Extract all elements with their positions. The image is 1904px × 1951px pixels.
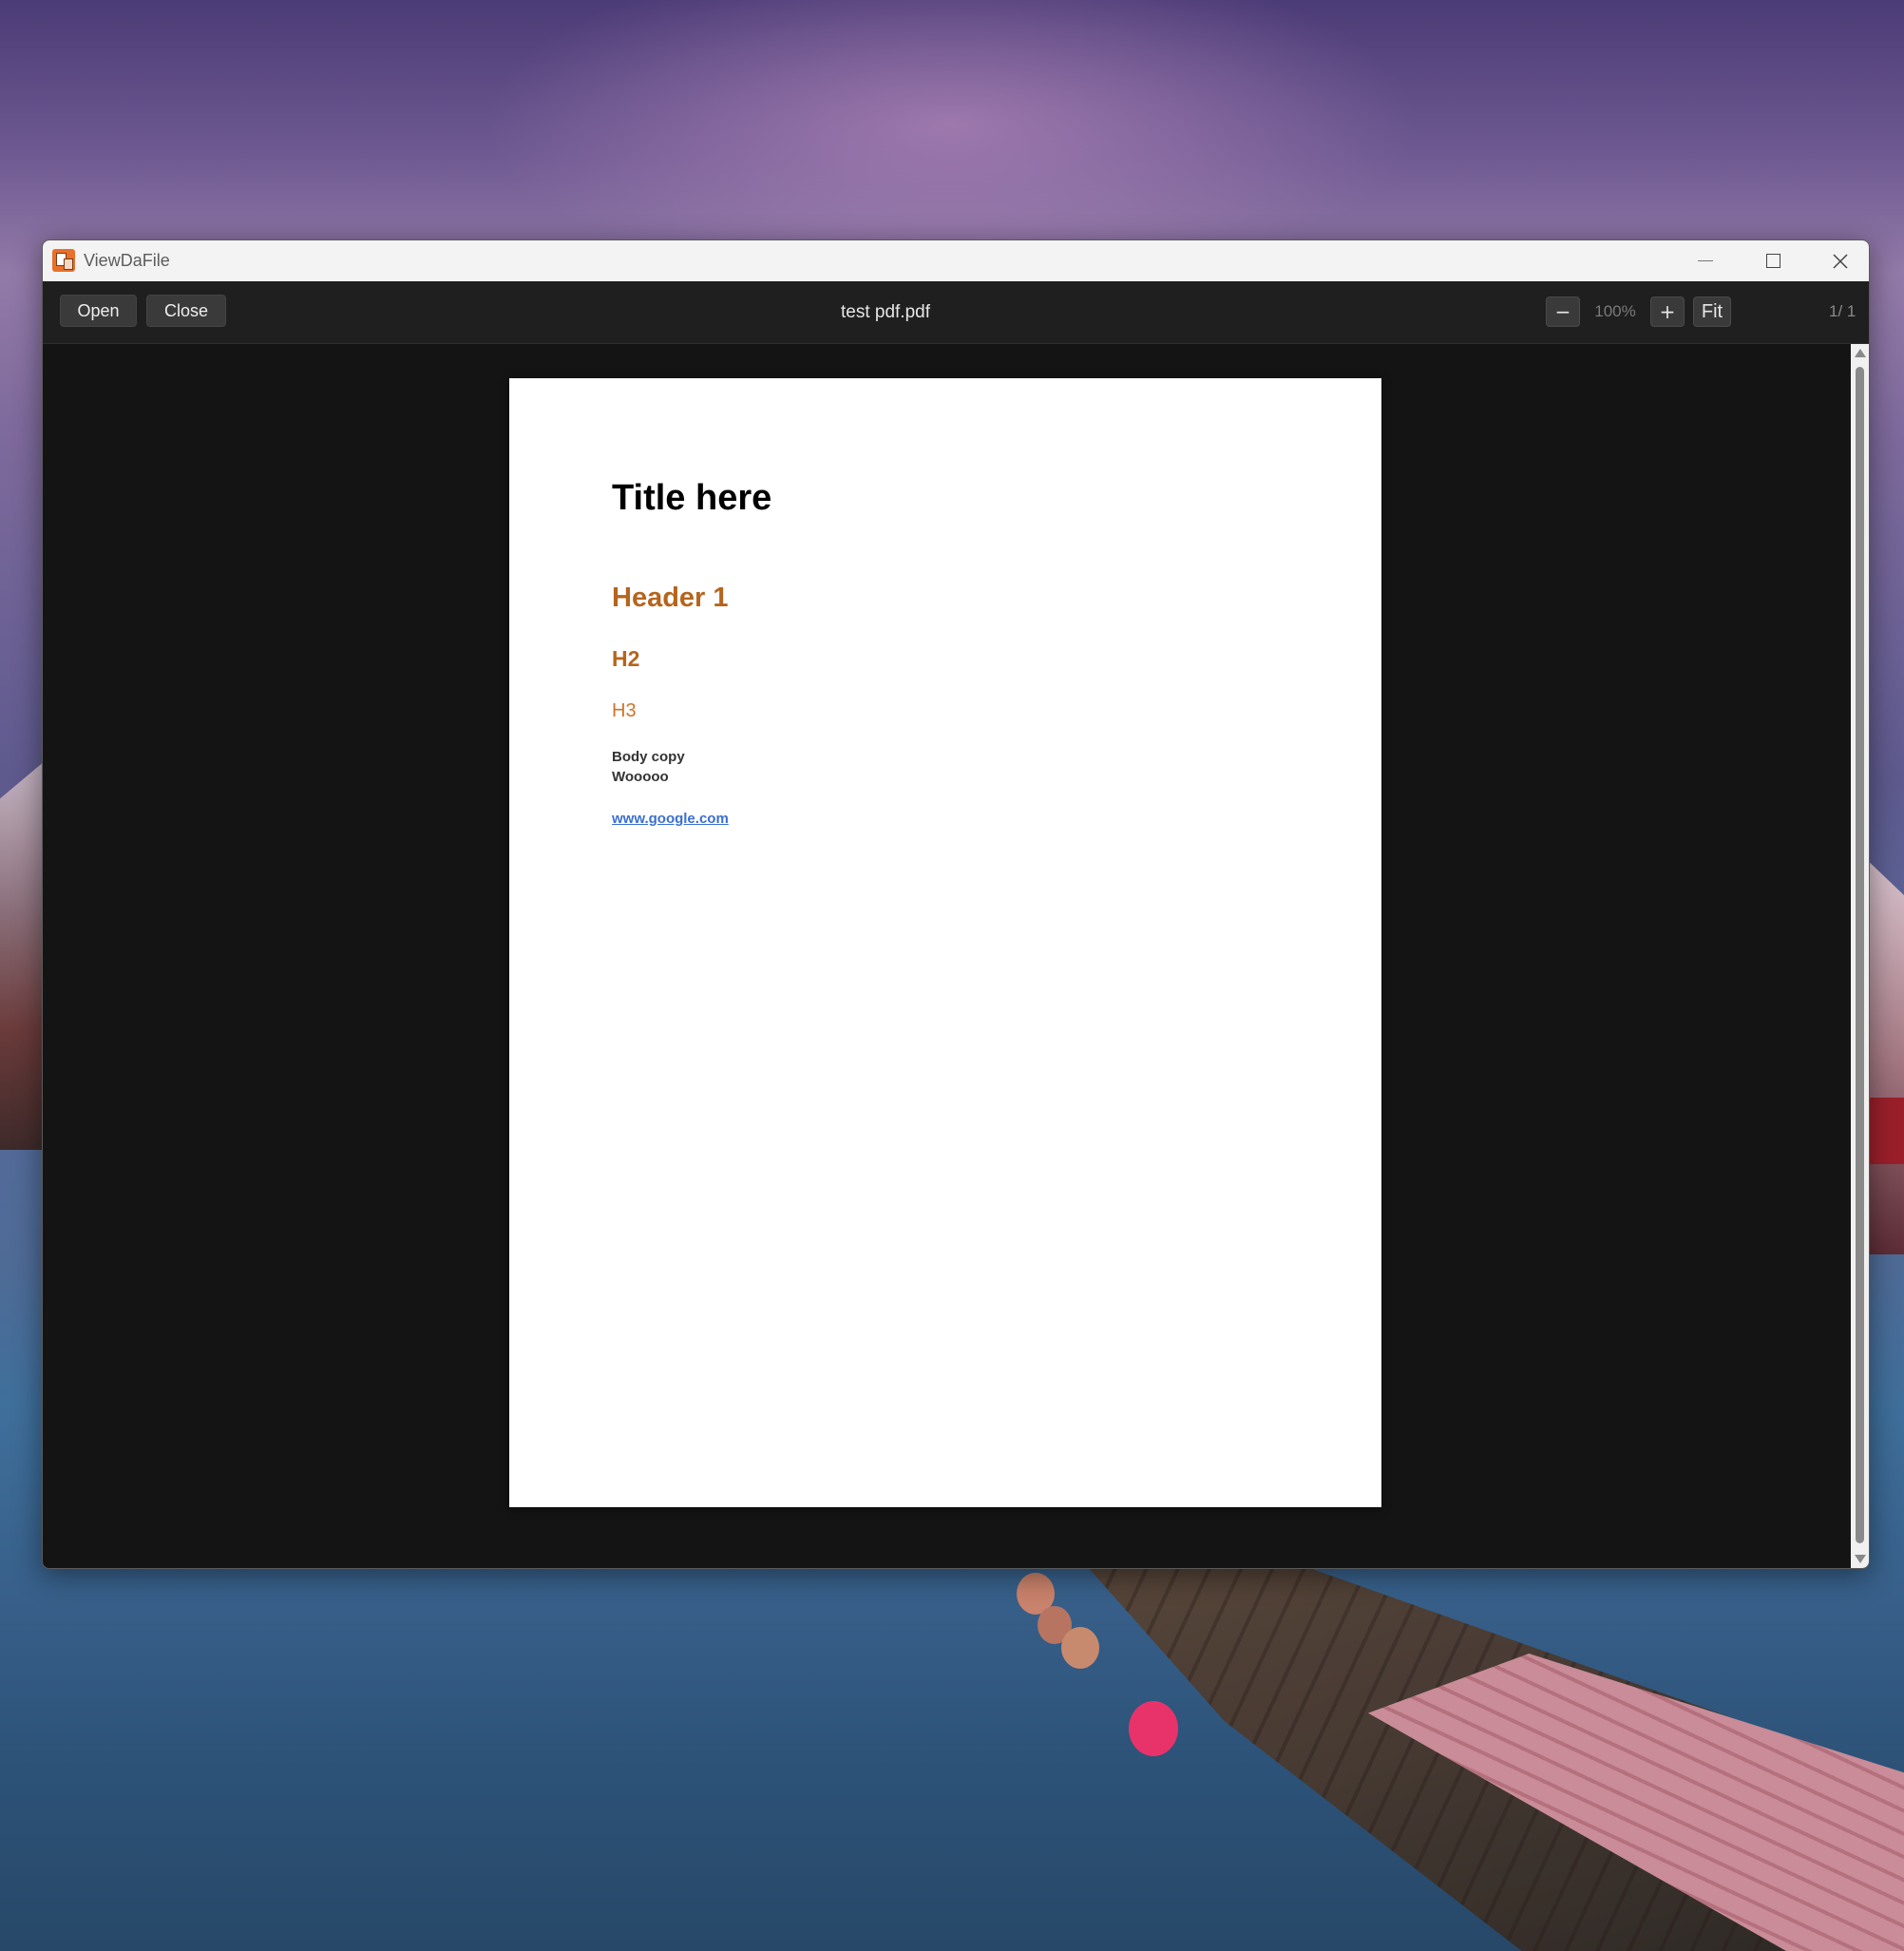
wallpaper-buoy (1129, 1701, 1178, 1756)
wallpaper-buoy (1061, 1627, 1099, 1669)
title-bar[interactable]: ViewDaFile (43, 240, 1869, 282)
doc-link[interactable]: www.google.com (612, 811, 729, 827)
wallpaper-red-building (1870, 1098, 1904, 1164)
file-name: test pdf.pdf (840, 302, 930, 322)
maximize-icon (1765, 254, 1780, 268)
app-title: ViewDaFile (84, 251, 170, 270)
minimize-button[interactable] (1672, 240, 1739, 281)
doc-body-line-1: Body copy (612, 749, 685, 765)
close-icon (1833, 253, 1848, 269)
close-window-button[interactable] (1807, 240, 1869, 281)
zoom-in-button[interactable]: + (1650, 296, 1685, 327)
document-viewport[interactable]: Title here Header 1 H2 H3 Body copy Wooo… (43, 344, 1851, 1568)
vertical-scrollbar[interactable] (1851, 344, 1869, 1568)
doc-header-2: H2 (612, 646, 640, 671)
scrollbar-thumb[interactable] (1856, 367, 1864, 1543)
app-window: ViewDaFile test pdf.pdf Open Close − 100… (42, 239, 1870, 1569)
minimize-icon (1698, 260, 1713, 261)
pdf-page: Title here Header 1 H2 H3 Body copy Wooo… (509, 378, 1381, 1507)
open-button[interactable]: Open (60, 295, 137, 327)
page-indicator: 1/ 1 (1829, 302, 1856, 320)
app-icon (52, 249, 75, 272)
doc-header-3: H3 (612, 700, 637, 721)
toolbar: test pdf.pdf Open Close − 100% + Fit 1/ … (43, 281, 1869, 344)
fit-button[interactable]: Fit (1693, 296, 1731, 327)
doc-body-line-2: Wooooo (612, 769, 669, 785)
doc-header-1: Header 1 (612, 583, 729, 613)
scroll-up-icon[interactable] (1855, 349, 1866, 357)
zoom-out-button[interactable]: − (1546, 296, 1580, 327)
close-file-button[interactable]: Close (146, 295, 226, 327)
zoom-level: 100% (1594, 302, 1636, 320)
scroll-down-icon[interactable] (1855, 1555, 1866, 1563)
maximize-button[interactable] (1740, 240, 1806, 281)
doc-title: Title here (612, 478, 772, 518)
